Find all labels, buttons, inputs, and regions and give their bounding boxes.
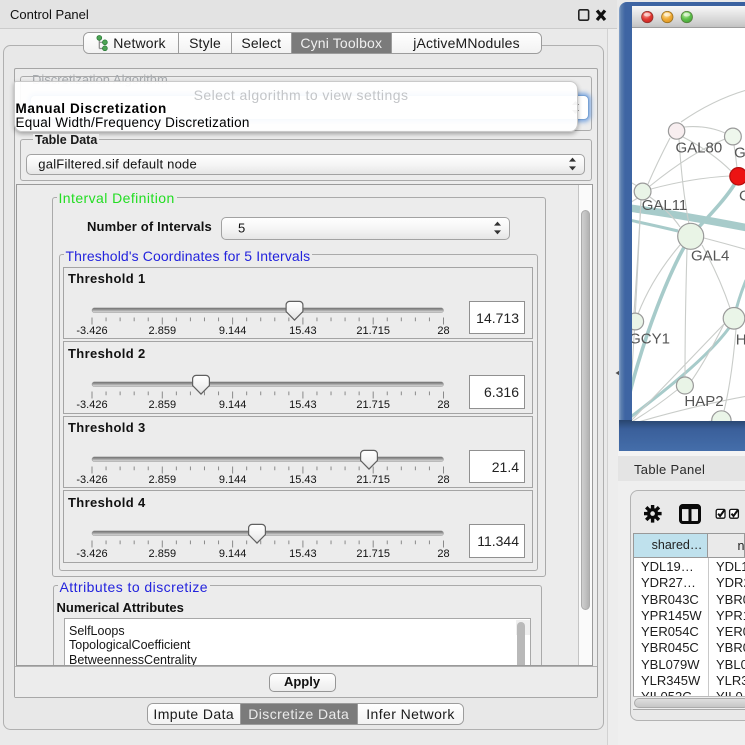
svg-text:H: H <box>735 331 745 348</box>
svg-text:2.859: 2.859 <box>148 473 176 485</box>
svg-text:-3.426: -3.426 <box>76 324 107 336</box>
svg-text:-3.426: -3.426 <box>76 473 107 485</box>
svg-text:9.144: 9.144 <box>218 324 246 336</box>
svg-text:21.715: 21.715 <box>356 399 390 411</box>
svg-text:21.715: 21.715 <box>356 324 390 336</box>
svg-text:9.144: 9.144 <box>218 399 246 411</box>
svg-text:GAL80: GAL80 <box>675 139 722 156</box>
svg-text:15.43: 15.43 <box>289 548 317 560</box>
svg-text:G.: G. <box>734 144 745 161</box>
svg-text:15.43: 15.43 <box>289 473 317 485</box>
svg-text:-3.426: -3.426 <box>76 548 107 560</box>
svg-text:-3.426: -3.426 <box>76 399 107 411</box>
svg-text:28: 28 <box>437 473 449 485</box>
svg-text:21.715: 21.715 <box>356 473 390 485</box>
svg-text:28: 28 <box>437 548 449 560</box>
svg-text:15.43: 15.43 <box>289 324 317 336</box>
svg-text:GAL4: GAL4 <box>691 247 729 264</box>
svg-text:9.144: 9.144 <box>218 548 246 560</box>
svg-text:GAL11: GAL11 <box>641 197 687 214</box>
svg-text:9.144: 9.144 <box>218 473 246 485</box>
svg-text:15.43: 15.43 <box>289 399 317 411</box>
svg-text:28: 28 <box>437 324 449 336</box>
svg-text:2.859: 2.859 <box>148 548 176 560</box>
svg-text:HAP2: HAP2 <box>684 393 723 410</box>
svg-text:28: 28 <box>437 399 449 411</box>
svg-text:2.859: 2.859 <box>148 399 176 411</box>
svg-text:GCY1: GCY1 <box>632 330 670 347</box>
svg-text:C: C <box>739 187 745 204</box>
svg-text:21.715: 21.715 <box>356 548 390 560</box>
svg-text:2.859: 2.859 <box>148 324 176 336</box>
